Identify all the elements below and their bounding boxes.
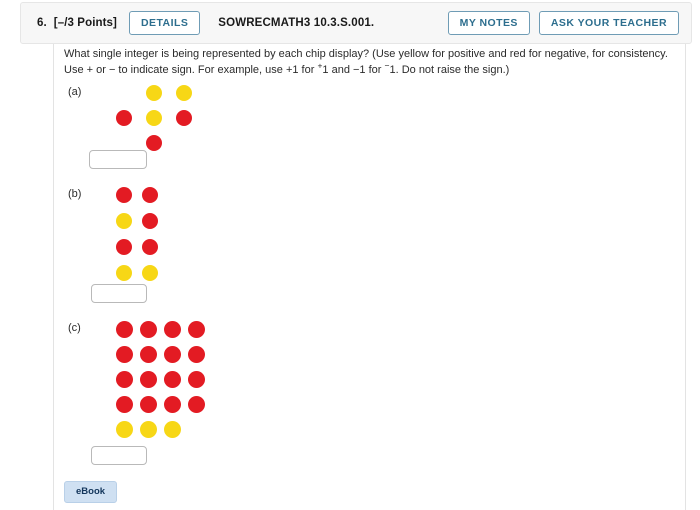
red-chip [116,110,132,126]
red-chip [164,371,181,388]
red-chip [140,396,157,413]
question-number: 6. [37,17,47,29]
red-chip [140,321,157,338]
chip-row [116,85,222,101]
chip-row [116,239,158,255]
my-notes-button[interactable]: MY NOTES [447,10,530,36]
red-chip [188,321,205,338]
prompt-line-2-b: 1 and −1 for [322,64,385,76]
red-chip [116,371,133,388]
content-left-divider [53,36,54,510]
ask-your-teacher-button[interactable]: ASK YOUR TEACHER [538,10,679,36]
red-chip [188,396,205,413]
chip-spacer [206,85,222,101]
part-c-label: (c) [68,322,81,334]
yellow-chip [176,85,192,101]
yellow-chip [142,265,158,281]
red-chip [140,371,157,388]
chip-row [116,321,205,338]
question-header-bar: 6. [–/3 Points] DETAILS SOWRECMATH3 10.3… [20,2,692,44]
part-b-label: (b) [68,188,82,200]
question-prompt: What single integer is being represented… [64,46,674,78]
red-chip [164,346,181,363]
red-chip [116,239,132,255]
chip-spacer [116,85,132,101]
red-chip [188,371,205,388]
red-chip [142,187,158,203]
red-chip [142,239,158,255]
question-title: SOWRECMATH3 10.3.S.001. [218,17,375,29]
chip-row [116,110,222,126]
part-b-chip-display [116,187,158,281]
red-chip [146,135,162,151]
red-chip [116,346,133,363]
chip-spacer [116,135,132,151]
chip-row [116,187,158,203]
prompt-line-2-c: 1. Do not raise the sign.) [389,64,510,76]
question-points: [–/3 Points] [53,17,117,29]
yellow-chip [164,421,181,438]
chip-row [116,396,205,413]
red-chip [116,396,133,413]
red-chip [176,110,192,126]
chip-row [116,213,158,229]
content-right-divider [685,36,686,510]
part-a-answer-input[interactable] [89,150,147,169]
prompt-line-2-a: + or − to indicate sign. For example, us… [86,64,318,76]
yellow-chip [146,85,162,101]
chip-spacer [176,135,192,151]
yellow-chip [116,213,132,229]
chip-row [116,421,205,438]
yellow-chip [116,421,133,438]
red-chip [164,396,181,413]
chip-spacer [206,110,222,126]
part-c-answer-input[interactable] [91,446,147,465]
chip-spacer [206,135,222,151]
part-c-chip-display [116,321,205,438]
part-a-chip-display [116,85,222,151]
part-b-answer-input[interactable] [91,284,147,303]
red-chip [164,321,181,338]
yellow-chip [146,110,162,126]
details-button[interactable]: DETAILS [128,10,201,36]
yellow-chip [140,421,157,438]
red-chip [188,346,205,363]
chip-spacer [188,421,205,438]
chip-row [116,265,158,281]
chip-row [116,135,222,151]
yellow-chip [116,265,132,281]
red-chip [116,187,132,203]
red-chip [140,346,157,363]
chip-row [116,371,205,388]
ebook-button[interactable]: eBook [64,481,118,503]
chip-row [116,346,205,363]
red-chip [116,321,133,338]
part-a-label: (a) [68,86,82,98]
red-chip [142,213,158,229]
